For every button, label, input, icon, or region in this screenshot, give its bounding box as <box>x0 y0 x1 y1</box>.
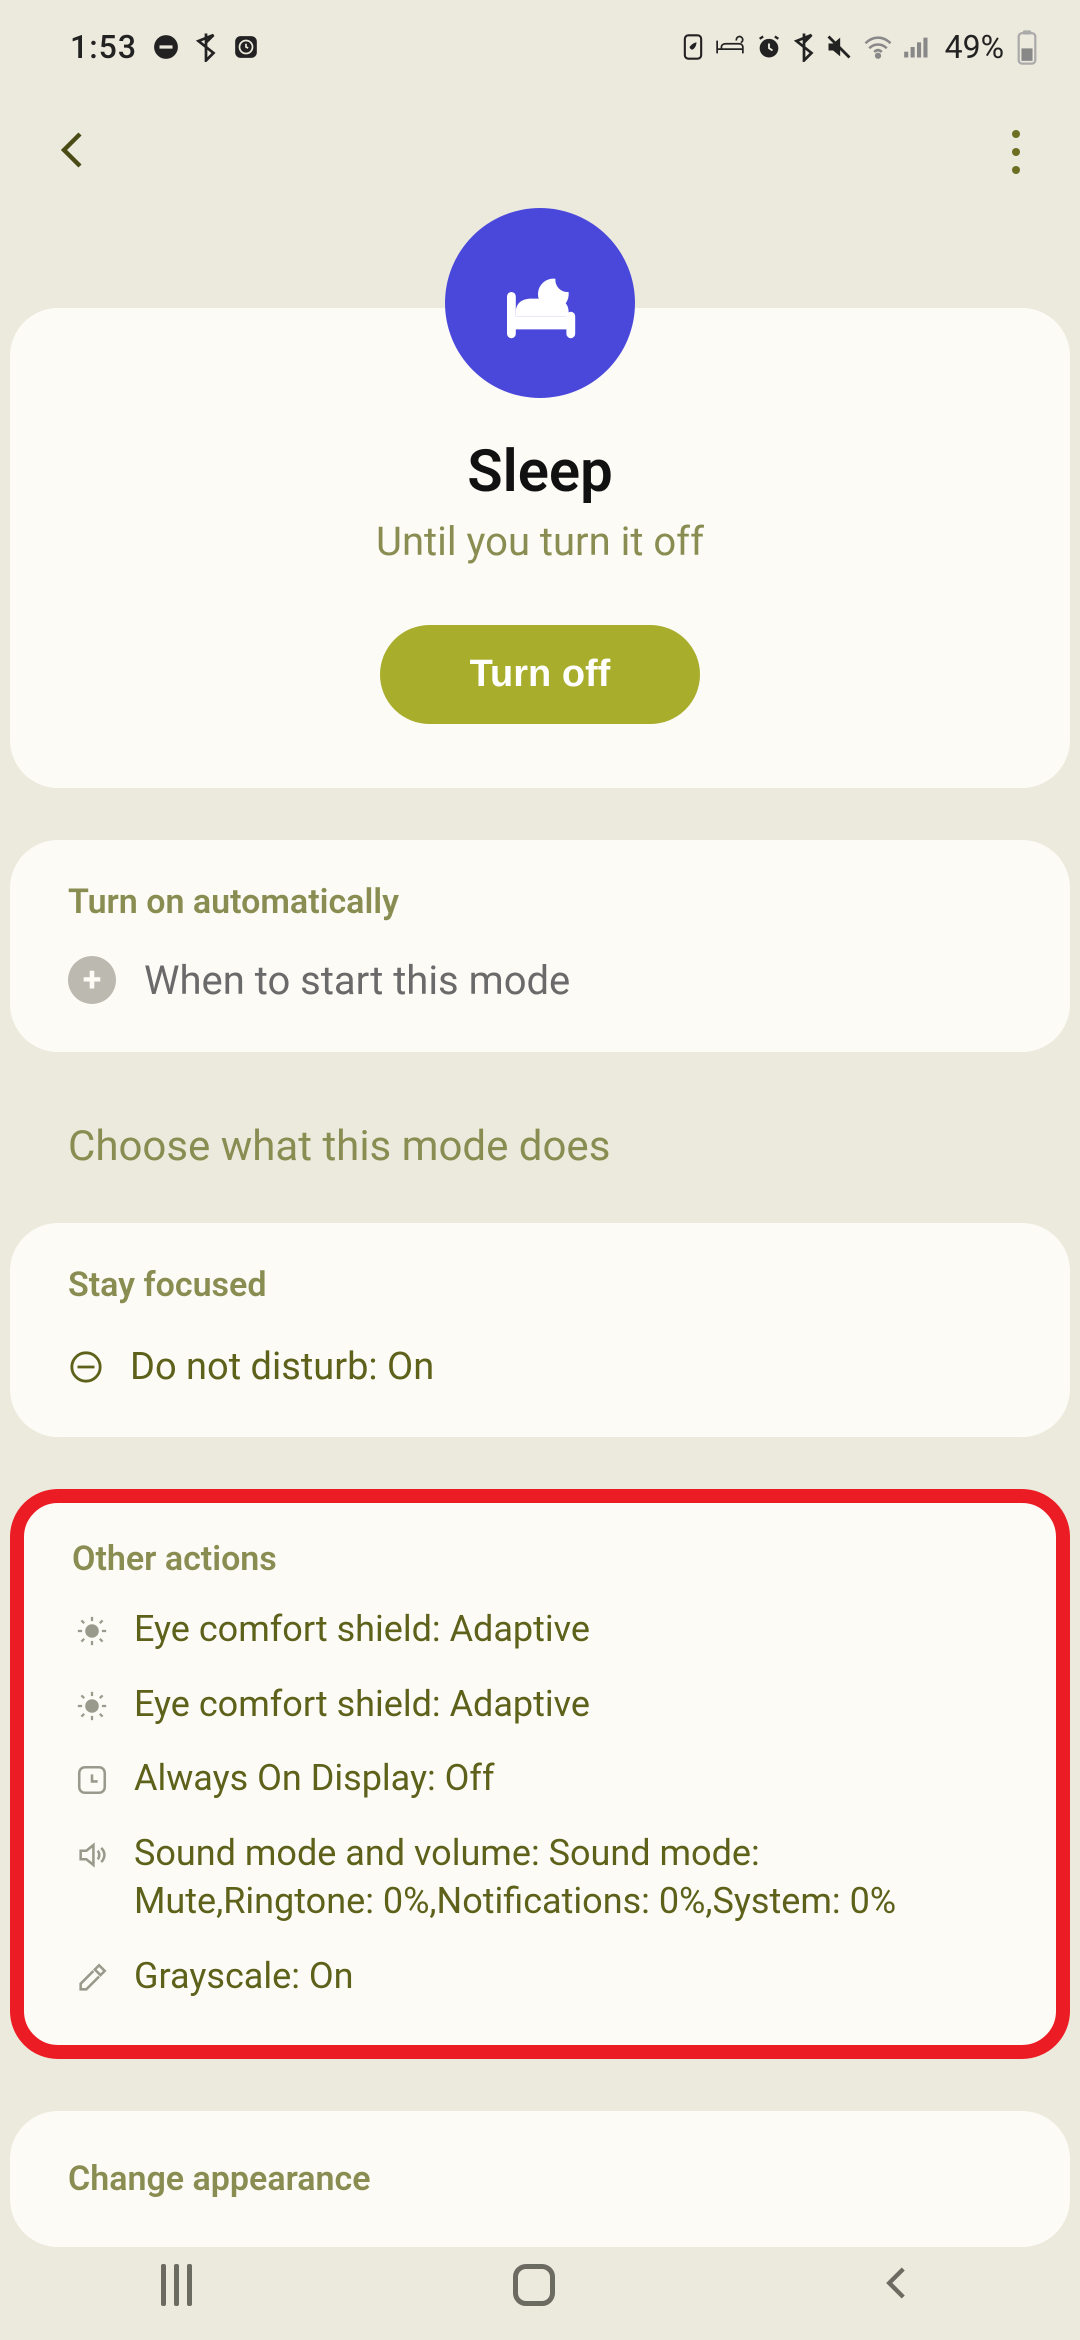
battery-percent: 49% <box>945 28 1004 66</box>
clock-square-icon <box>72 1760 112 1800</box>
turn-off-button[interactable]: Turn off <box>380 625 701 724</box>
stay-focused-heading: Stay focused <box>68 1265 1012 1305</box>
change-appearance-heading: Change appearance <box>68 2159 1012 2199</box>
dnd-icon <box>68 1349 104 1385</box>
back-button[interactable] <box>50 126 98 178</box>
bluetooth-icon-2 <box>793 32 815 62</box>
action-label: Eye comfort shield: Adaptive <box>134 1605 1008 1654</box>
dnd-label: Do not disturb: On <box>130 1345 434 1389</box>
dnd-row[interactable]: Do not disturb: On <box>68 1345 1012 1389</box>
other-actions-heading: Other actions <box>72 1539 1008 1579</box>
status-right: 49% <box>681 28 1040 66</box>
action-row-sound[interactable]: Sound mode and volume: Sound mode: Mute,… <box>72 1829 1008 1926</box>
wifi-icon <box>863 35 893 59</box>
action-label: Grayscale: On <box>134 1952 1008 2001</box>
auto-card[interactable]: Turn on automatically + When to start th… <box>10 840 1070 1052</box>
nav-recents-button[interactable] <box>161 2264 192 2306</box>
action-row-aod[interactable]: Always On Display: Off <box>72 1754 1008 1803</box>
action-label: Always On Display: Off <box>134 1754 1008 1803</box>
speaker-icon <box>72 1835 112 1875</box>
battery-icon <box>1014 29 1040 65</box>
plus-icon: + <box>68 956 116 1004</box>
stay-focused-card[interactable]: Stay focused Do not disturb: On <box>10 1223 1070 1437</box>
add-schedule-label: When to start this mode <box>144 957 570 1004</box>
status-time: 1:53 <box>70 28 137 66</box>
action-row-eye-comfort-2[interactable]: Eye comfort shield: Adaptive <box>72 1680 1008 1729</box>
mode-hero-card: Sleep Until you turn it off Turn off <box>10 308 1070 788</box>
clock-app-icon <box>233 34 259 60</box>
leaf-icon <box>681 33 705 61</box>
status-bar: 1:53 49% <box>0 0 1080 86</box>
mute-icon <box>825 33 853 61</box>
dnd-status-icon <box>153 34 179 60</box>
auto-heading: Turn on automatically <box>68 882 1012 922</box>
status-left: 1:53 <box>70 28 259 66</box>
action-row-eye-comfort-1[interactable]: Eye comfort shield: Adaptive <box>72 1605 1008 1654</box>
system-nav-bar <box>0 2230 1080 2340</box>
eyedropper-icon <box>72 1958 112 1998</box>
change-appearance-card[interactable]: Change appearance <box>10 2111 1070 2247</box>
sleep-mode-icon <box>445 208 635 398</box>
action-row-grayscale[interactable]: Grayscale: On <box>72 1952 1008 2001</box>
signal-icon <box>903 35 931 59</box>
bluetooth-icon <box>195 32 217 62</box>
action-label: Eye comfort shield: Adaptive <box>134 1680 1008 1729</box>
sun-icon <box>72 1611 112 1651</box>
mode-subtitle: Until you turn it off <box>50 518 1030 565</box>
header-nav <box>0 86 1080 208</box>
nav-back-button[interactable] <box>877 2262 919 2308</box>
bed-status-icon <box>715 35 745 59</box>
other-actions-card[interactable]: Other actions Eye comfort shield: Adapti… <box>10 1489 1070 2059</box>
nav-home-button[interactable] <box>513 2264 555 2306</box>
add-schedule-row[interactable]: + When to start this mode <box>68 956 1012 1004</box>
more-options-button[interactable] <box>1012 130 1030 174</box>
action-label: Sound mode and volume: Sound mode: Mute,… <box>134 1829 1008 1926</box>
alarm-icon <box>755 33 783 61</box>
section-choose-title: Choose what this mode does <box>10 1052 1070 1171</box>
sun-icon <box>72 1686 112 1726</box>
